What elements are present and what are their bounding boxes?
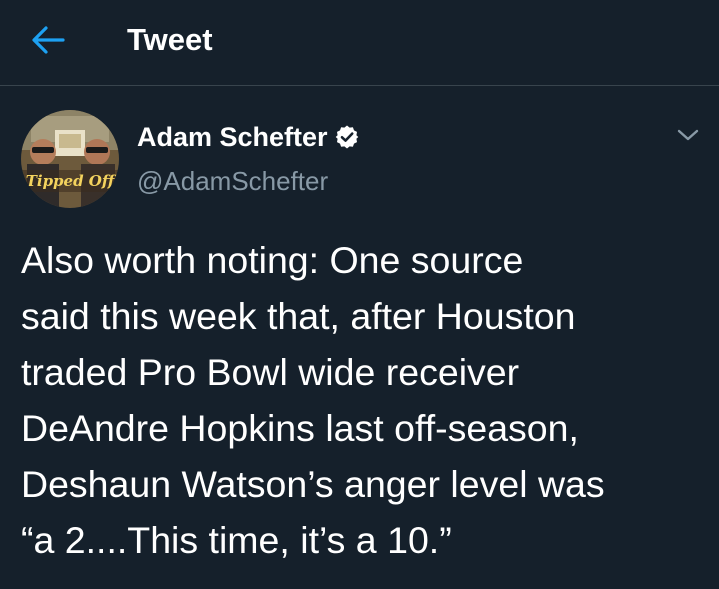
display-name: Adam Schefter xyxy=(137,122,328,152)
back-button[interactable] xyxy=(26,21,70,59)
avatar[interactable]: Tipped Off xyxy=(21,110,119,208)
page-title: Tweet xyxy=(127,22,213,57)
verified-badge-icon xyxy=(335,125,358,149)
chevron-down-icon xyxy=(677,129,699,141)
more-options-button[interactable] xyxy=(673,122,703,148)
tweet: Tipped Off Adam Schefter @AdamSchefter A… xyxy=(0,86,719,589)
tweet-text: Also worth noting: One source said this … xyxy=(21,239,605,561)
author-name-row[interactable]: Adam Schefter xyxy=(137,119,360,155)
tweet-detail-screen: Tweet Tipped Off Adam Schefter @AdamSche… xyxy=(0,0,719,589)
avatar-logo: Tipped Off xyxy=(26,172,117,190)
author-handle[interactable]: @AdamSchefter xyxy=(137,164,328,198)
arrow-left-icon xyxy=(32,26,65,54)
top-app-bar: Tweet xyxy=(0,0,719,86)
